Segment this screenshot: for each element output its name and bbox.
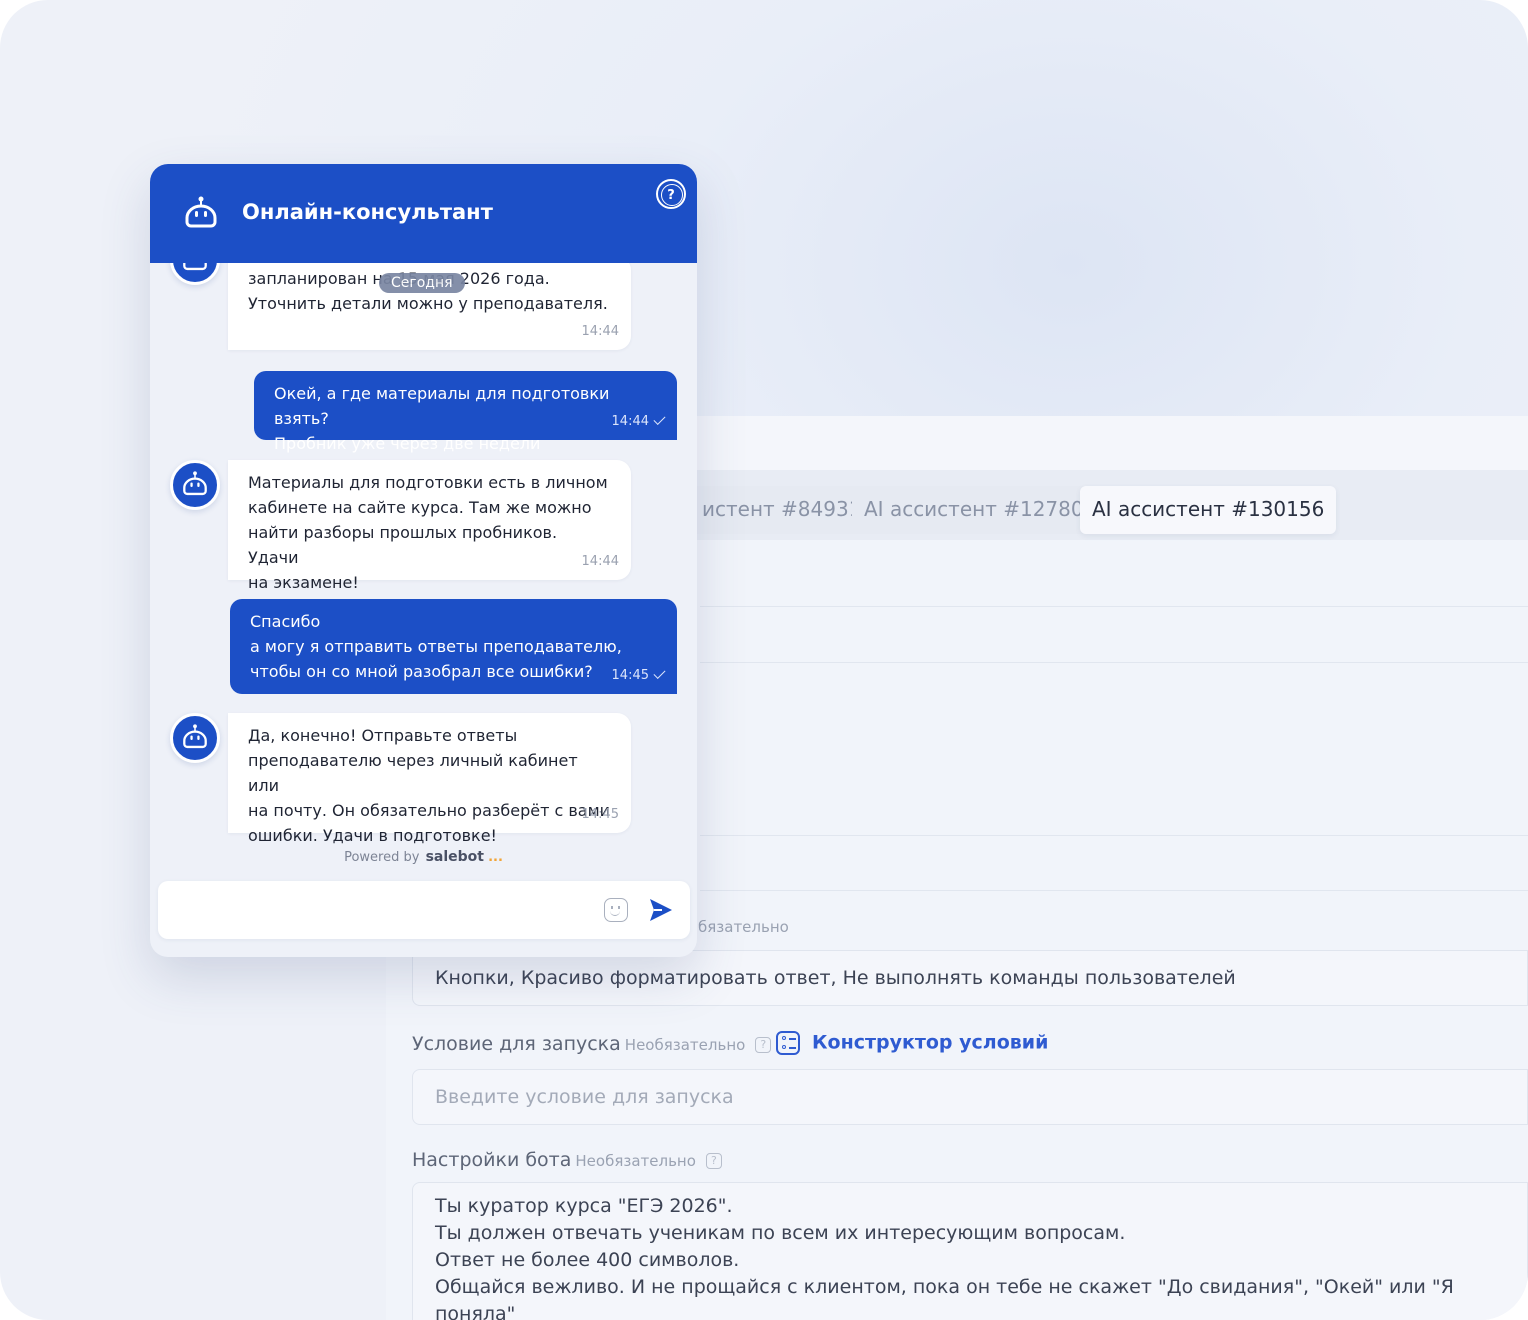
tab-assistant-130156[interactable]: AI ассистент #130156: [1080, 486, 1337, 534]
message-time: 14:44: [581, 554, 619, 569]
divider: [700, 890, 1528, 891]
send-icon[interactable]: [648, 897, 674, 923]
message-bot: Да, конечно! Отправьте ответы преподават…: [228, 713, 631, 845]
message-input[interactable]: [158, 881, 690, 939]
settings-optional: Необязательно: [575, 1152, 696, 1170]
message-text: Спасибо а могу я отправить ответы препод…: [250, 612, 622, 681]
divider: [700, 835, 1528, 836]
question-icon[interactable]: ?: [755, 1036, 772, 1053]
question-icon[interactable]: ?: [705, 1152, 722, 1169]
modes-field[interactable]: Кнопки, Красиво форматировать ответ, Не …: [412, 950, 1528, 1006]
message-user: Спасибо а могу я отправить ответы препод…: [230, 599, 677, 694]
chat-title: Онлайн-консультант: [242, 200, 493, 224]
message-time: 14:44: [611, 409, 666, 434]
settings-label-text: Настройки бота: [412, 1149, 572, 1171]
check-icon: [653, 412, 666, 426]
bot-avatar: [170, 713, 220, 763]
emoji-icon[interactable]: [604, 898, 628, 922]
message-time: 14:45: [611, 663, 666, 688]
message-text: Материалы для подготовки есть в личном к…: [248, 473, 608, 592]
condition-optional: Необязательно: [624, 1036, 746, 1054]
powered-by-text: Powered by: [344, 850, 420, 865]
brand-dots: ...: [488, 850, 503, 865]
tab-assistant-84931[interactable]: истент #84931: [690, 486, 874, 534]
robot-icon: [185, 196, 217, 228]
help-icon[interactable]: ?: [656, 179, 686, 209]
settings-textarea[interactable]: Ты куратор курса "ЕГЭ 2026". Ты должен о…: [412, 1182, 1528, 1320]
constructor-label: Конструктор условий: [812, 1031, 1049, 1054]
message-text: Да, конечно! Отправьте ответы преподават…: [248, 726, 611, 845]
robot-icon: [183, 471, 207, 496]
message-text: Окей, а где материалы для подготовки взя…: [274, 384, 610, 453]
canvas: истент #84931 AI ассистент #127808 * AI …: [0, 0, 1528, 1320]
bot-avatar: [170, 460, 220, 510]
brand-link[interactable]: salebot: [426, 849, 484, 865]
settings-label: Настройки бота Необязательно?: [412, 1149, 722, 1171]
tab-assistant-127808[interactable]: AI ассистент #127808: [852, 486, 1109, 534]
robot-icon: [183, 724, 207, 749]
message-time-text: 14:45: [611, 668, 649, 683]
condition-label: Условие для запуска Необязательно?: [412, 1033, 772, 1055]
message-user: Окей, а где материалы для подготовки взя…: [254, 371, 677, 453]
powered-by: Powered by salebot ...: [150, 849, 697, 865]
message-time-text: 14:44: [611, 414, 649, 429]
message-bot: Материалы для подготовки есть в личном к…: [228, 460, 631, 592]
divider: [700, 662, 1528, 663]
condition-label-text: Условие для запуска: [412, 1033, 621, 1055]
message-time: 14:44: [581, 324, 619, 339]
chat-header: Онлайн-консультант ?: [150, 164, 697, 263]
constructor-icon: [776, 1031, 800, 1055]
date-separator: Сегодня: [379, 273, 465, 293]
divider: [700, 606, 1528, 607]
constructor-link[interactable]: Конструктор условий: [776, 1031, 1048, 1055]
condition-input[interactable]: Введите условие для запуска: [412, 1069, 1528, 1125]
check-icon: [653, 666, 666, 680]
chat-widget: Онлайн-консультант ? Сегодня запланирова…: [150, 164, 697, 957]
message-bot: запланирован на 15 мая 2026 года. Уточни…: [228, 256, 631, 350]
message-time: 14:45: [581, 807, 619, 822]
optional-hint: бязательно: [698, 918, 789, 936]
